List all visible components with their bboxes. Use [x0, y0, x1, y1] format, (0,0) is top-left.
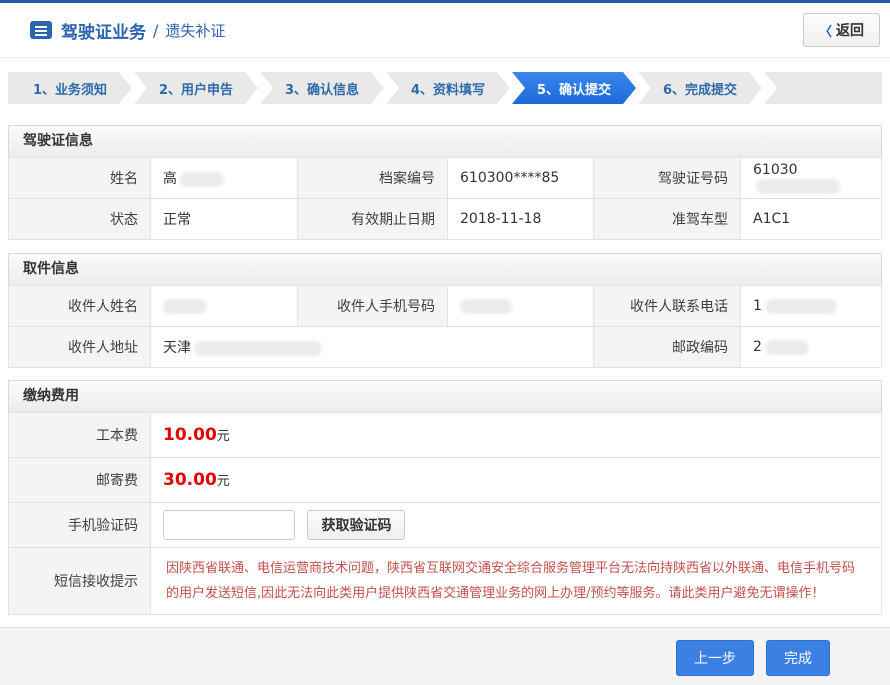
field-value-recipient-mobile — [448, 286, 594, 327]
back-button-label: 返回 — [836, 20, 864, 40]
section-title-pickup: 取件信息 — [8, 253, 882, 285]
license-info-table: 姓名 高 档案编号 610300****85 驾驶证号码 61030 状态 正常… — [8, 157, 882, 240]
sms-code-input[interactable] — [163, 510, 295, 540]
section-license-info: 驾驶证信息 姓名 高 档案编号 610300****85 驾驶证号码 61030… — [8, 125, 882, 240]
footer-action-bar: 上一步 完成 — [0, 627, 890, 685]
redacted-value — [756, 179, 840, 194]
field-label-recipient-name: 收件人姓名 — [9, 286, 151, 327]
page-title: 驾驶证业务 — [61, 18, 146, 43]
field-value-status: 正常 — [151, 199, 298, 240]
section-title-license: 驾驶证信息 — [8, 125, 882, 157]
page: 驾驶证业务 / 遗失补证 〈 返回 1、业务须知 2、用户申告 3、确认信息 4… — [0, 0, 890, 685]
field-label-mailing-fee: 邮寄费 — [9, 458, 151, 503]
step-1-business-notes[interactable]: 1、业务须知 — [8, 72, 132, 104]
field-value-sms-notice: 因陕西省联通、电信运营商技术问题，陕西省互联网交通安全综合服务管理平台无法向持陕… — [151, 548, 882, 615]
step-5-confirm-submit[interactable]: 5、确认提交 — [512, 72, 636, 104]
field-value-file-no: 610300****85 — [448, 158, 594, 199]
finish-button[interactable]: 完成 — [766, 640, 830, 676]
chevron-left-icon: 〈 — [819, 21, 832, 40]
get-sms-code-button[interactable]: 获取验证码 — [307, 510, 405, 540]
section-title-payment: 缴纳费用 — [8, 380, 882, 412]
section-payment-fees: 缴纳费用 工本费 10.00元 邮寄费 30.00元 手机验证码 获取验证码 — [8, 380, 882, 615]
section-pickup-info: 取件信息 收件人姓名 收件人手机号码 收件人联系电话 1 收件人地址 天津 邮政… — [8, 253, 882, 368]
field-value-vehicle-class: A1C1 — [741, 199, 882, 240]
payment-table: 工本费 10.00元 邮寄费 30.00元 手机验证码 获取验证码 短信接收提 — [8, 412, 882, 615]
table-row: 工本费 10.00元 — [9, 413, 882, 458]
step-4-fill-materials[interactable]: 4、资料填写 — [386, 72, 510, 104]
redacted-value — [163, 299, 207, 314]
table-row: 邮寄费 30.00元 — [9, 458, 882, 503]
table-row: 姓名 高 档案编号 610300****85 驾驶证号码 61030 — [9, 158, 882, 199]
production-fee-unit: 元 — [217, 429, 230, 444]
step-3-confirm-info[interactable]: 3、确认信息 — [260, 72, 384, 104]
breadcrumb-separator: / — [153, 21, 158, 40]
table-row: 短信接收提示 因陕西省联通、电信运营商技术问题，陕西省互联网交通安全综合服务管理… — [9, 548, 882, 615]
field-label-valid-until: 有效期止日期 — [298, 199, 448, 240]
breadcrumb-current: 遗失补证 — [165, 20, 225, 41]
field-value-license-no: 61030 — [741, 158, 882, 199]
field-label-license-no: 驾驶证号码 — [594, 158, 741, 199]
field-value-postal-code: 2 — [741, 327, 882, 368]
field-label-production-fee: 工本费 — [9, 413, 151, 458]
production-fee-amount: 10.00 — [163, 425, 217, 445]
table-row: 收件人地址 天津 邮政编码 2 — [9, 327, 882, 368]
field-label-sms-notice: 短信接收提示 — [9, 548, 151, 615]
field-label-sms-code: 手机验证码 — [9, 503, 151, 548]
step-6-complete-submit[interactable]: 6、完成提交 — [638, 72, 762, 104]
field-label-file-no: 档案编号 — [298, 158, 448, 199]
pickup-info-table: 收件人姓名 收件人手机号码 收件人联系电话 1 收件人地址 天津 邮政编码 2 — [8, 285, 882, 368]
table-row: 手机验证码 获取验证码 — [9, 503, 882, 548]
sms-notice-text: 因陕西省联通、电信运营商技术问题，陕西省互联网交通安全综合服务管理平台无法向持陕… — [166, 556, 866, 606]
header: 驾驶证业务 / 遗失补证 〈 返回 — [0, 3, 890, 58]
redacted-value — [194, 341, 322, 356]
redacted-value — [460, 299, 512, 314]
previous-step-button[interactable]: 上一步 — [676, 640, 754, 676]
field-value-recipient-address: 天津 — [151, 327, 594, 368]
mailing-fee-amount: 30.00 — [163, 470, 217, 490]
step-progress-bar: 1、业务须知 2、用户申告 3、确认信息 4、资料填写 5、确认提交 6、完成提… — [8, 72, 882, 104]
field-value-name: 高 — [151, 158, 298, 199]
table-row: 收件人姓名 收件人手机号码 收件人联系电话 1 — [9, 286, 882, 327]
step-2-user-declaration[interactable]: 2、用户申告 — [134, 72, 258, 104]
field-label-vehicle-class: 准驾车型 — [594, 199, 741, 240]
redacted-value — [765, 340, 809, 355]
step-bar-filler — [764, 72, 882, 104]
field-value-sms-code: 获取验证码 — [151, 503, 882, 548]
field-label-recipient-mobile: 收件人手机号码 — [298, 286, 448, 327]
field-label-name: 姓名 — [9, 158, 151, 199]
field-value-valid-until: 2018-11-18 — [448, 199, 594, 240]
redacted-value — [765, 299, 837, 314]
field-label-status: 状态 — [9, 199, 151, 240]
table-row: 状态 正常 有效期止日期 2018-11-18 准驾车型 A1C1 — [9, 199, 882, 240]
mailing-fee-unit: 元 — [217, 474, 230, 489]
back-button[interactable]: 〈 返回 — [803, 13, 880, 47]
field-value-mailing-fee: 30.00元 — [151, 458, 882, 503]
field-value-recipient-name — [151, 286, 298, 327]
field-label-recipient-phone: 收件人联系电话 — [594, 286, 741, 327]
redacted-value — [180, 172, 224, 187]
field-label-postal-code: 邮政编码 — [594, 327, 741, 368]
field-value-recipient-phone: 1 — [741, 286, 882, 327]
field-value-production-fee: 10.00元 — [151, 413, 882, 458]
field-label-recipient-address: 收件人地址 — [9, 327, 151, 368]
list-icon — [30, 21, 52, 39]
